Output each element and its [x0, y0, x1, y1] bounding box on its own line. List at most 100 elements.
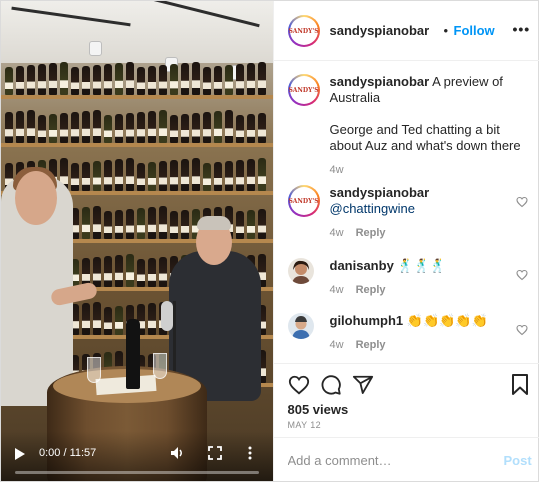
save-bookmark-icon[interactable] [511, 374, 529, 401]
bottle [93, 161, 101, 191]
post-actions: 805 views MAY 12 [273, 363, 539, 435]
bottle [137, 112, 145, 143]
comment-text[interactable]: @chattingwine [330, 201, 522, 217]
bottle [148, 111, 156, 143]
bottle [71, 112, 79, 143]
bottle [60, 113, 68, 143]
comment-age: 4w [329, 284, 344, 296]
volume-icon[interactable] [169, 445, 185, 466]
post-date[interactable]: MAY 12 [288, 420, 322, 430]
bottle [60, 62, 68, 95]
reply-button[interactable]: Reply [356, 284, 386, 296]
comment-age: 4w [329, 227, 344, 239]
caption-second-line: George and Ted chatting a bit about Auz … [329, 122, 521, 153]
bottle [247, 63, 255, 95]
bottle [104, 211, 112, 239]
bottle [49, 63, 57, 95]
heart-icon[interactable] [288, 374, 310, 401]
bottle [181, 210, 189, 239]
avatar[interactable]: SANDY'S [287, 15, 320, 47]
bottle [148, 207, 156, 239]
bottle [27, 65, 35, 95]
bottle [247, 114, 255, 143]
bottle [148, 162, 156, 191]
bottle [104, 307, 112, 335]
comment-username[interactable]: danisanby [330, 258, 394, 273]
more-options-button[interactable]: ••• [513, 21, 531, 37]
comment-age: 4w [329, 339, 344, 351]
reply-button[interactable]: Reply [356, 227, 386, 239]
comment-username[interactable]: gilohumph1 [330, 313, 404, 328]
video-player[interactable]: 0:00 / 11:57 [1, 1, 273, 481]
bottle [16, 66, 24, 95]
wine-glass [153, 353, 167, 379]
like-comment-icon[interactable] [515, 268, 528, 286]
comment-body: gilohumph1 👏👏👏👏👏 4w Reply [330, 313, 522, 353]
person-left-head [15, 171, 57, 225]
share-icon[interactable] [352, 374, 374, 401]
avatar[interactable]: SANDY'S [287, 74, 320, 106]
bottle [225, 65, 233, 95]
bottle [126, 158, 134, 191]
more-options-icon[interactable] [247, 445, 253, 466]
caption-first-line: sandyspianobar A preview of Australia [330, 74, 522, 106]
bottle [247, 210, 255, 239]
comment-icon[interactable] [320, 374, 342, 401]
like-comment-icon[interactable] [515, 195, 528, 213]
bottle [170, 64, 178, 95]
comment-text: 👏👏👏👏👏 [406, 313, 488, 328]
bottle [247, 159, 255, 191]
bottle [115, 159, 123, 191]
bottle [126, 113, 134, 143]
post-header: SANDY'S sandyspianobar • Follow ••• [273, 1, 539, 61]
comment-body: sandyspianobar @chattingwine 4w Reply [330, 185, 522, 241]
header-separator: • [443, 23, 449, 38]
bottle [16, 111, 24, 143]
avatar[interactable]: SANDY'S [287, 185, 320, 217]
bottle [225, 110, 233, 143]
post-side-panel: SANDY'S sandyspianobar • Follow ••• SAND… [272, 1, 539, 481]
view-count[interactable]: 805 views [288, 402, 349, 417]
comment-input[interactable] [287, 450, 488, 470]
post-comment-button[interactable]: Post [504, 453, 532, 468]
bottle [159, 110, 167, 143]
comment-meta: 4w Reply [330, 282, 522, 298]
bottle [236, 64, 244, 95]
avatar-logo: SANDY'S [288, 187, 319, 215]
bottle [181, 159, 189, 191]
bottle [258, 113, 266, 143]
bottle [137, 67, 145, 95]
bottle [27, 110, 35, 143]
bottle [203, 163, 211, 191]
comments-section[interactable]: SANDY'S sandyspianobar A preview of Aust… [274, 62, 539, 362]
avatar-logo: SANDY'S [288, 76, 319, 104]
bottle [93, 206, 101, 239]
bottle [214, 162, 222, 191]
follow-button[interactable]: Follow [454, 23, 495, 38]
shelf-row [1, 109, 273, 147]
bottle [203, 112, 211, 143]
bottle [5, 67, 13, 95]
bottle [93, 302, 101, 335]
bottle [203, 67, 211, 95]
bottle [38, 64, 46, 95]
bottle [82, 207, 90, 239]
comment-composer: Post [273, 437, 539, 481]
caption-body: sandyspianobar A preview of Australia Ge… [330, 74, 522, 178]
fullscreen-icon[interactable] [207, 445, 223, 466]
avatar[interactable] [287, 258, 314, 284]
comment-meta: 4w Reply [330, 337, 522, 353]
caption-username[interactable]: sandyspianobar [330, 74, 430, 89]
video-progress-bar[interactable] [15, 471, 259, 474]
like-comment-icon[interactable] [515, 323, 528, 341]
header-username[interactable]: sandyspianobar [330, 23, 430, 38]
comment-meta: 4w Reply [330, 225, 522, 241]
bottle [71, 163, 79, 191]
bottle [225, 161, 233, 191]
avatar[interactable] [287, 313, 314, 339]
reply-button[interactable]: Reply [356, 339, 386, 351]
comment-text: 🕺🕺🕺 [397, 258, 446, 273]
comment-username[interactable]: sandyspianobar [330, 185, 522, 201]
spotlight [89, 41, 102, 56]
play-icon[interactable] [15, 447, 29, 461]
